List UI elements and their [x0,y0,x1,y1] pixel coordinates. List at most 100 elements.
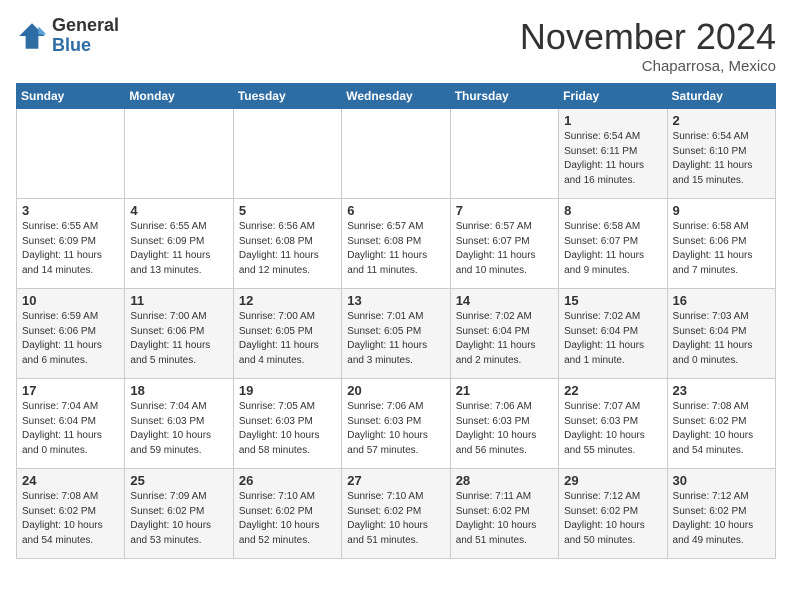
day-info: Sunrise: 6:55 AM Sunset: 6:09 PM Dayligh… [22,220,119,278]
page-header: General Blue November 2024 Chaparrosa, M… [16,16,776,75]
day-cell: 1Sunrise: 6:54 AM Sunset: 6:11 PM Daylig… [559,109,667,199]
month-title: November 2024 [520,16,776,58]
day-cell: 16Sunrise: 7:03 AM Sunset: 6:04 PM Dayli… [667,289,775,379]
logo-blue: Blue [52,36,119,56]
day-info: Sunrise: 7:09 AM Sunset: 6:02 PM Dayligh… [130,490,227,548]
day-number: 20 [347,383,444,398]
day-cell [17,109,125,199]
day-cell: 22 Sunrise: 7:07 AM Sunset: 6:03 PM Dayli… [559,379,667,469]
day-cell: 30 Sunrise: 7:12 AM Sunset: 6:02 PM Dayli… [667,469,775,559]
day-number: 22 [564,383,661,398]
day-info: Sunrise: 6:55 AM Sunset: 6:09 PM Dayligh… [130,220,227,278]
day-cell: 15 Sunrise: 7:02 AM Sunset: 6:04 PM Dayli… [559,289,667,379]
day-cell: 9 Sunrise: 6:58 AM Sunset: 6:06 PM Daylig… [667,199,775,289]
col-wednesday: Wednesday [342,84,450,109]
day-cell: 3Sunrise: 6:55 AM Sunset: 6:09 PM Daylig… [17,199,125,289]
col-tuesday: Tuesday [233,84,341,109]
day-number: 10 [22,293,119,308]
day-info: Sunrise: 7:12 AM Sunset: 6:02 PM Dayligh… [564,490,661,548]
title-block: November 2024 Chaparrosa, Mexico [520,16,776,75]
calendar-body: 1Sunrise: 6:54 AM Sunset: 6:11 PM Daylig… [17,109,776,559]
week-row-2: 3Sunrise: 6:55 AM Sunset: 6:09 PM Daylig… [17,199,776,289]
day-cell: 29Sunrise: 7:12 AM Sunset: 6:02 PM Dayli… [559,469,667,559]
day-info: Sunrise: 7:10 AM Sunset: 6:02 PM Dayligh… [347,490,444,548]
day-cell: 21 Sunrise: 7:06 AM Sunset: 6:03 PM Dayli… [450,379,558,469]
day-info: Sunrise: 7:07 AM Sunset: 6:03 PM Dayligh… [564,400,661,458]
col-monday: Monday [125,84,233,109]
day-info: Sunrise: 7:11 AM Sunset: 6:02 PM Dayligh… [456,490,553,548]
day-number: 6 [347,203,444,218]
col-sunday: Sunday [17,84,125,109]
day-number: 14 [456,293,553,308]
week-row-1: 1Sunrise: 6:54 AM Sunset: 6:11 PM Daylig… [17,109,776,199]
day-info: Sunrise: 6:57 AM Sunset: 6:07 PM Dayligh… [456,220,553,278]
day-info: Sunrise: 7:05 AM Sunset: 6:03 PM Dayligh… [239,400,336,458]
day-number: 4 [130,203,227,218]
day-cell: 12 Sunrise: 7:00 AM Sunset: 6:05 PM Dayli… [233,289,341,379]
day-info: Sunrise: 6:58 AM Sunset: 6:06 PM Dayligh… [673,220,770,278]
day-number: 27 [347,473,444,488]
day-info: Sunrise: 7:08 AM Sunset: 6:02 PM Dayligh… [22,490,119,548]
day-number: 15 [564,293,661,308]
day-number: 24 [22,473,119,488]
logo-text: General Blue [52,16,119,56]
day-number: 25 [130,473,227,488]
day-number: 23 [673,383,770,398]
day-number: 9 [673,203,770,218]
day-cell: 25 Sunrise: 7:09 AM Sunset: 6:02 PM Dayli… [125,469,233,559]
day-number: 28 [456,473,553,488]
calendar-table: Sunday Monday Tuesday Wednesday Thursday… [16,83,776,559]
day-cell: 18 Sunrise: 7:04 AM Sunset: 6:03 PM Dayli… [125,379,233,469]
col-saturday: Saturday [667,84,775,109]
day-cell: 7 Sunrise: 6:57 AM Sunset: 6:07 PM Daylig… [450,199,558,289]
day-number: 12 [239,293,336,308]
day-cell [125,109,233,199]
day-info: Sunrise: 7:00 AM Sunset: 6:05 PM Dayligh… [239,310,336,368]
day-cell: 2 Sunrise: 6:54 AM Sunset: 6:10 PM Daylig… [667,109,775,199]
week-row-5: 24 Sunrise: 7:08 AM Sunset: 6:02 PM Dayli… [17,469,776,559]
col-friday: Friday [559,84,667,109]
day-number: 1 [564,113,661,128]
day-cell [233,109,341,199]
day-info: Sunrise: 7:12 AM Sunset: 6:02 PM Dayligh… [673,490,770,548]
day-cell: 13 Sunrise: 7:01 AM Sunset: 6:05 PM Dayli… [342,289,450,379]
day-number: 13 [347,293,444,308]
day-cell [450,109,558,199]
header-row: Sunday Monday Tuesday Wednesday Thursday… [17,84,776,109]
logo: General Blue [16,16,119,56]
day-cell: 23Sunrise: 7:08 AM Sunset: 6:02 PM Dayli… [667,379,775,469]
day-number: 17 [22,383,119,398]
col-thursday: Thursday [450,84,558,109]
day-cell: 24 Sunrise: 7:08 AM Sunset: 6:02 PM Dayli… [17,469,125,559]
logo-icon [16,20,48,52]
week-row-4: 17Sunrise: 7:04 AM Sunset: 6:04 PM Dayli… [17,379,776,469]
day-cell [342,109,450,199]
day-cell: 17Sunrise: 7:04 AM Sunset: 6:04 PM Dayli… [17,379,125,469]
day-info: Sunrise: 7:02 AM Sunset: 6:04 PM Dayligh… [564,310,661,368]
day-number: 2 [673,113,770,128]
day-number: 11 [130,293,227,308]
day-number: 7 [456,203,553,218]
day-number: 19 [239,383,336,398]
day-info: Sunrise: 6:59 AM Sunset: 6:06 PM Dayligh… [22,310,119,368]
day-number: 18 [130,383,227,398]
day-info: Sunrise: 7:06 AM Sunset: 6:03 PM Dayligh… [456,400,553,458]
day-cell: 6Sunrise: 6:57 AM Sunset: 6:08 PM Daylig… [342,199,450,289]
week-row-3: 10 Sunrise: 6:59 AM Sunset: 6:06 PM Dayli… [17,289,776,379]
day-cell: 20 Sunrise: 7:06 AM Sunset: 6:03 PM Dayli… [342,379,450,469]
day-info: Sunrise: 7:04 AM Sunset: 6:03 PM Dayligh… [130,400,227,458]
day-cell: 5Sunrise: 6:56 AM Sunset: 6:08 PM Daylig… [233,199,341,289]
calendar-header: Sunday Monday Tuesday Wednesday Thursday… [17,84,776,109]
logo-general: General [52,16,119,36]
day-cell: 11Sunrise: 7:00 AM Sunset: 6:06 PM Dayli… [125,289,233,379]
day-info: Sunrise: 6:58 AM Sunset: 6:07 PM Dayligh… [564,220,661,278]
day-cell: 26Sunrise: 7:10 AM Sunset: 6:02 PM Dayli… [233,469,341,559]
day-info: Sunrise: 6:54 AM Sunset: 6:10 PM Dayligh… [673,130,770,188]
day-info: Sunrise: 7:01 AM Sunset: 6:05 PM Dayligh… [347,310,444,368]
day-number: 30 [673,473,770,488]
day-info: Sunrise: 7:06 AM Sunset: 6:03 PM Dayligh… [347,400,444,458]
day-cell: 27 Sunrise: 7:10 AM Sunset: 6:02 PM Dayli… [342,469,450,559]
day-number: 5 [239,203,336,218]
day-cell: 28 Sunrise: 7:11 AM Sunset: 6:02 PM Dayli… [450,469,558,559]
day-number: 21 [456,383,553,398]
